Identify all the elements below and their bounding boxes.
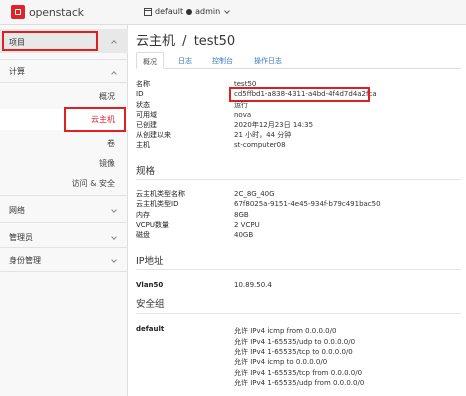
user-icon	[186, 8, 193, 15]
chevron-down-icon	[224, 7, 231, 14]
sidebar-item-overview[interactable]: 概况	[99, 91, 115, 102]
page-title: 云主机 / test50	[136, 30, 235, 49]
tab-log[interactable]: 日志	[172, 52, 198, 69]
security-group-name: default	[136, 325, 165, 333]
field-value: 2 VCPU	[234, 221, 260, 229]
sidebar-item-identity[interactable]: 身份管理	[0, 255, 128, 267]
detail-tabs: 概况 日志 控制台 操作日志	[136, 52, 461, 69]
highlight-box	[2, 31, 98, 51]
chevron-up-icon	[111, 40, 117, 46]
highlight-box	[64, 107, 126, 132]
field-label: 名称	[136, 80, 150, 88]
field-label: 云主机类型名称	[136, 190, 185, 198]
top-navbar: openstack default admin	[0, 0, 466, 25]
security-rule: 允许 IPv4 icmp to 0.0.0.0/0	[234, 358, 328, 366]
field-value: 运行	[234, 101, 248, 109]
chevron-down-icon	[111, 257, 117, 263]
main-content: 云主机 / test50 概况 日志 控制台 操作日志 名称 test50 ID…	[128, 25, 466, 396]
field-value: 8GB	[234, 211, 249, 219]
field-value: st-computer08	[234, 141, 286, 149]
sidebar-item-label: 身份管理	[9, 256, 41, 265]
breadcrumb-separator: /	[182, 34, 187, 49]
security-rule: 允许 IPv4 1-65535/udp from 0.0.0.0/0	[234, 379, 365, 387]
sidebar-item-label: 管理员	[9, 233, 33, 242]
field-label: 从创建以来	[136, 131, 171, 139]
security-rule: 允许 IPv4 icmp from 0.0.0.0/0	[234, 327, 337, 335]
field-value: 67f8025a-9151-4e45-934f-b79c491bac50	[234, 200, 381, 208]
tab-action-log[interactable]: 操作日志	[248, 52, 288, 69]
field-value: 2020年12月23日 14:35	[234, 121, 314, 129]
section-title-security: 安全组	[136, 299, 165, 310]
project-selector[interactable]: default admin	[144, 7, 231, 16]
field-label: 状态	[136, 101, 150, 109]
chevron-down-icon	[111, 207, 117, 213]
field-label: ID	[136, 90, 144, 98]
section-title-ip: IP地址	[136, 256, 164, 267]
sidebar-item-images[interactable]: 镜像	[99, 158, 115, 169]
field-label: 云主机类型ID	[136, 200, 179, 208]
sidebar-item-label: 计算	[9, 67, 25, 76]
ip-address: 10.89.50.4	[234, 281, 272, 289]
project-icon	[144, 7, 152, 16]
field-label: 内存	[136, 211, 150, 219]
chevron-down-icon	[111, 234, 117, 240]
field-label: 磁盘	[136, 231, 150, 239]
section-title-specs: 规格	[136, 166, 156, 177]
project-name: default	[155, 7, 184, 16]
field-value: 40GB	[234, 231, 254, 239]
sidebar-item-admin[interactable]: 管理员	[0, 232, 128, 244]
sidebar-item-volumes[interactable]: 卷	[107, 138, 115, 149]
field-label: 已创建	[136, 121, 157, 129]
field-value: 21 小时，44 分钟	[234, 131, 292, 139]
security-rule: 允许 IPv4 1-65535/udp to 0.0.0.0/0	[234, 338, 356, 346]
openstack-logo-icon[interactable]	[11, 5, 25, 19]
field-label: VCPU数量	[136, 221, 170, 229]
sidebar-item-compute[interactable]: 计算	[0, 66, 128, 78]
user-name: admin	[195, 7, 221, 16]
sidebar-item-access-security[interactable]: 访问 & 安全	[72, 178, 115, 189]
chevron-up-icon	[111, 71, 117, 77]
field-label: 可用域	[136, 111, 157, 119]
security-rule: 允许 IPv4 1-65535/tcp from 0.0.0.0/0	[234, 369, 363, 377]
breadcrumb-instances[interactable]: 云主机	[136, 34, 175, 49]
field-value: nova	[234, 111, 252, 119]
field-value: 2C_8G_40G	[234, 190, 275, 198]
network-name: Vlan50	[136, 281, 164, 289]
sidebar-item-label: 网络	[9, 206, 25, 215]
highlight-box	[229, 87, 370, 102]
sidebar-item-network[interactable]: 网络	[0, 205, 128, 217]
field-label: 主机	[136, 141, 150, 149]
tab-console[interactable]: 控制台	[206, 52, 239, 69]
security-rule: 允许 IPv4 1-65535/tcp to 0.0.0.0/0	[234, 348, 353, 356]
brand-name[interactable]: openstack	[29, 6, 84, 19]
sidebar: 项目 计算 概况 云主机 卷 镜像 访问 & 安全 网络 管理员 身份管理	[0, 25, 128, 396]
instance-name: test50	[193, 34, 236, 49]
tab-overview[interactable]: 概况	[136, 52, 164, 69]
